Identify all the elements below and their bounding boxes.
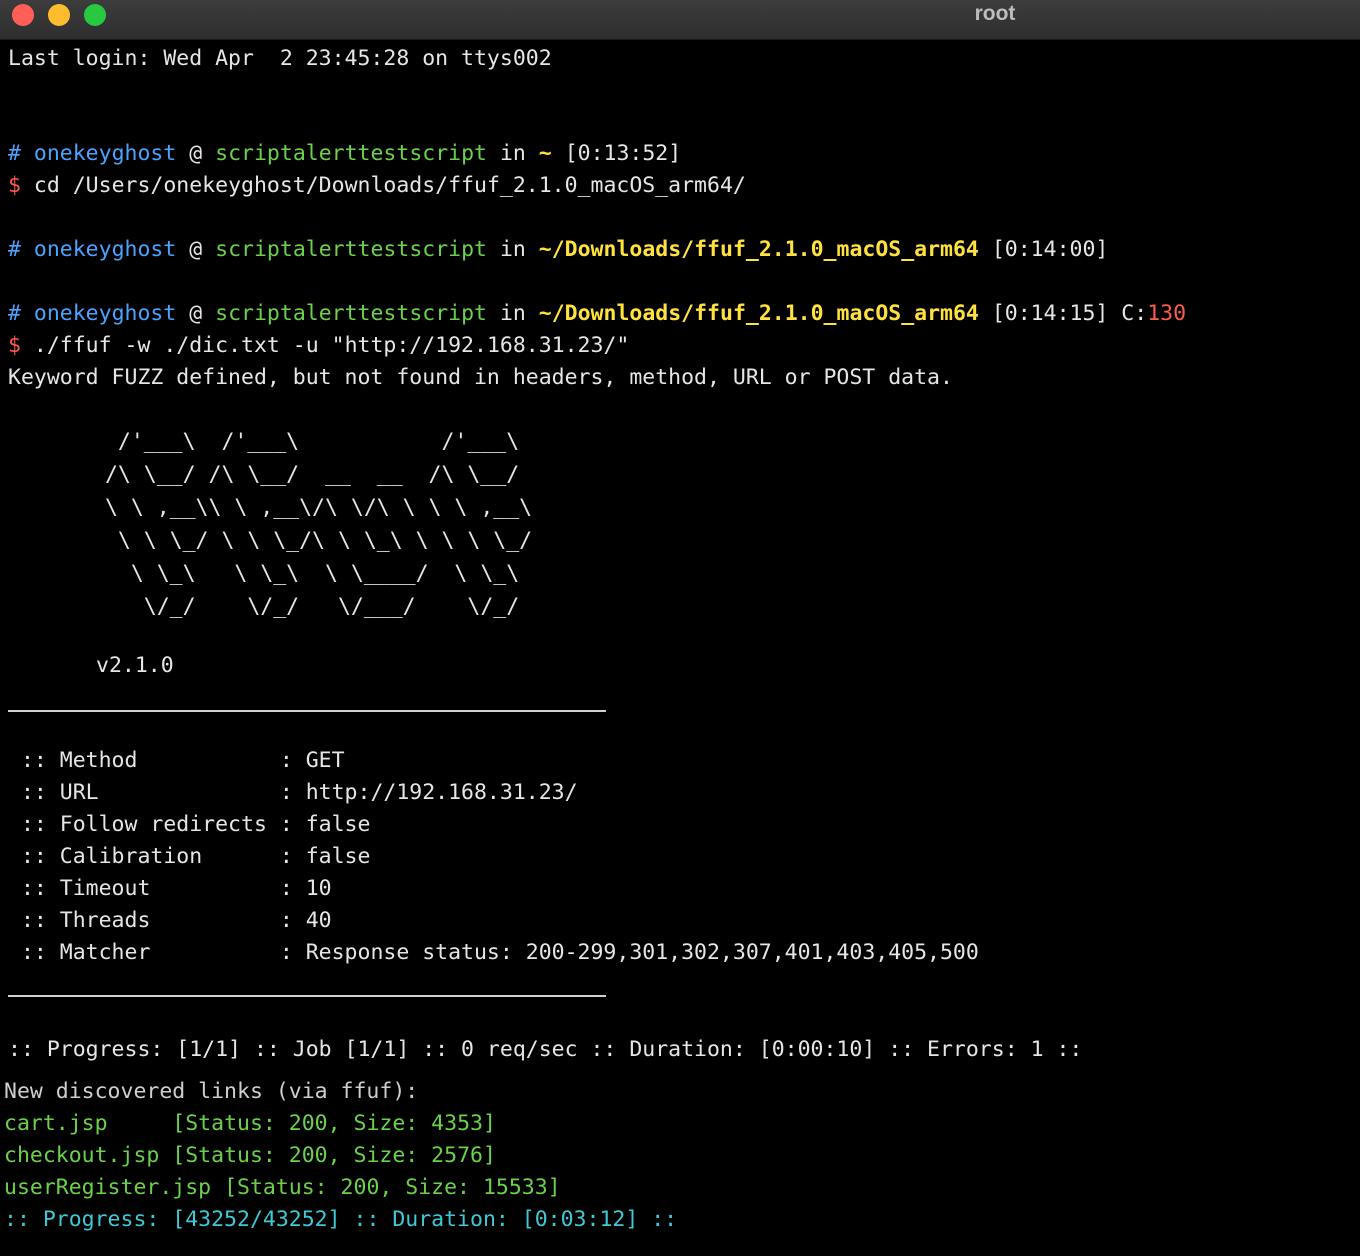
progress-line: :: Progress: [1/1] :: Job [1/1] :: 0 req… [8,1037,1083,1062]
prompt-in: in [499,237,526,262]
config-value: Response status: 200-299,301,302,307,401… [305,940,979,965]
config-value: http://192.168.31.23/ [305,780,578,805]
config-row: :: URL : http://192.168.31.23/ [8,777,578,809]
progress-duration: [0:03:12] [521,1207,639,1232]
prompt-in: in [499,301,526,326]
config-value: false [305,812,371,837]
ffuf-ascii-banner: /'___\ /'___\ /'___\ /\ \__/ /\ \__/ __ … [104,429,533,619]
config-value: GET [305,748,345,773]
discovered-links-header: New discovered links (via ffuf): [4,1079,419,1104]
link-name: userRegister.jsp [4,1175,212,1200]
config-label: :: Threads : [8,908,306,933]
command-text: cd /Users/onekeyghost/Downloads/ffuf_2.1… [33,173,746,198]
prompt-user: onekeyghost [33,141,177,166]
prompt-in: in [499,141,526,166]
config-value: 10 [305,876,332,901]
link-status: [Status: 200, Size: 2576] [172,1143,496,1168]
prompt-sigil: $ [8,333,21,358]
config-row: :: Timeout : 10 [8,873,332,905]
command-line: $ cd /Users/onekeyghost/Downloads/ffuf_2… [8,170,746,202]
version-label: v2.1.0 [96,653,174,678]
prompt-line: # onekeyghost @ scriptalerttestscript in… [8,298,1186,330]
exit-label: C: [1121,301,1148,326]
command-line: $ ./ffuf -w ./dic.txt -u "http://192.168… [8,330,629,362]
prompt-hash: # [8,141,21,166]
divider-top [8,710,606,712]
config-label: :: Follow redirects : [8,812,306,837]
config-value: false [305,844,371,869]
warning-line: Keyword FUZZ defined, but not found in h… [8,365,953,390]
progress-count: [43252/43252] [172,1207,341,1232]
prompt-hash: # [8,301,21,326]
prompt-path: ~/Downloads/ffuf_2.1.0_macOS_arm64 [538,237,979,262]
prompt-hash: # [8,237,21,262]
window-title: root [974,2,1016,25]
link-status: [Status: 200, Size: 15533] [224,1175,561,1200]
prompt-path: ~ [538,141,552,166]
divider-bottom [8,995,606,997]
prompt-line: # onekeyghost @ scriptalerttestscript in… [8,138,681,170]
terminal-output[interactable]: Last login: Wed Apr 2 23:45:28 on ttys00… [0,40,1360,1256]
config-row: :: Threads : 40 [8,905,332,937]
command-text: ./ffuf -w ./dic.txt -u "http://192.168.3… [33,333,630,358]
prompt-time: [0:13:52] [564,141,682,166]
prompt-host: scriptalerttestscript [215,141,487,166]
prompt-user: onekeyghost [33,301,177,326]
link-name: cart.jsp [4,1111,108,1136]
config-label: :: URL : [8,780,306,805]
exit-code: 130 [1147,301,1187,326]
discovered-link-row: checkout.jsp [Status: 200, Size: 2576] [4,1140,496,1172]
config-label: :: Timeout : [8,876,306,901]
prompt-at: @ [189,301,203,326]
config-label: :: Matcher : [8,940,306,965]
prompt-sigil: $ [8,173,21,198]
config-value: 40 [305,908,332,933]
link-status: [Status: 200, Size: 4353] [172,1111,496,1136]
window-titlebar: root [0,0,1360,40]
config-row: :: Matcher : Response status: 200-299,30… [8,937,979,969]
prompt-at: @ [189,237,203,262]
link-name: checkout.jsp [4,1143,160,1168]
config-label: :: Calibration : [8,844,306,869]
config-row: :: Follow redirects : false [8,809,371,841]
config-row: :: Method : GET [8,745,345,777]
prompt-line: # onekeyghost @ scriptalerttestscript in… [8,234,1108,266]
discovered-link-row: userRegister.jsp [Status: 200, Size: 155… [4,1172,561,1204]
final-progress-line: :: Progress: [43252/43252] :: Duration: … [4,1207,678,1232]
prompt-at: @ [189,141,203,166]
last-login-line: Last login: Wed Apr 2 23:45:28 on ttys00… [8,46,552,71]
config-row: :: Calibration : false [8,841,371,873]
prompt-time: [0:14:00] [991,237,1109,262]
prompt-time: [0:14:15] [991,301,1109,326]
prompt-host: scriptalerttestscript [215,301,487,326]
prompt-host: scriptalerttestscript [215,237,487,262]
prompt-path: ~/Downloads/ffuf_2.1.0_macOS_arm64 [538,301,979,326]
discovered-link-row: cart.jsp [Status: 200, Size: 4353] [4,1108,496,1140]
prompt-user: onekeyghost [33,237,177,262]
config-label: :: Method : [8,748,306,773]
